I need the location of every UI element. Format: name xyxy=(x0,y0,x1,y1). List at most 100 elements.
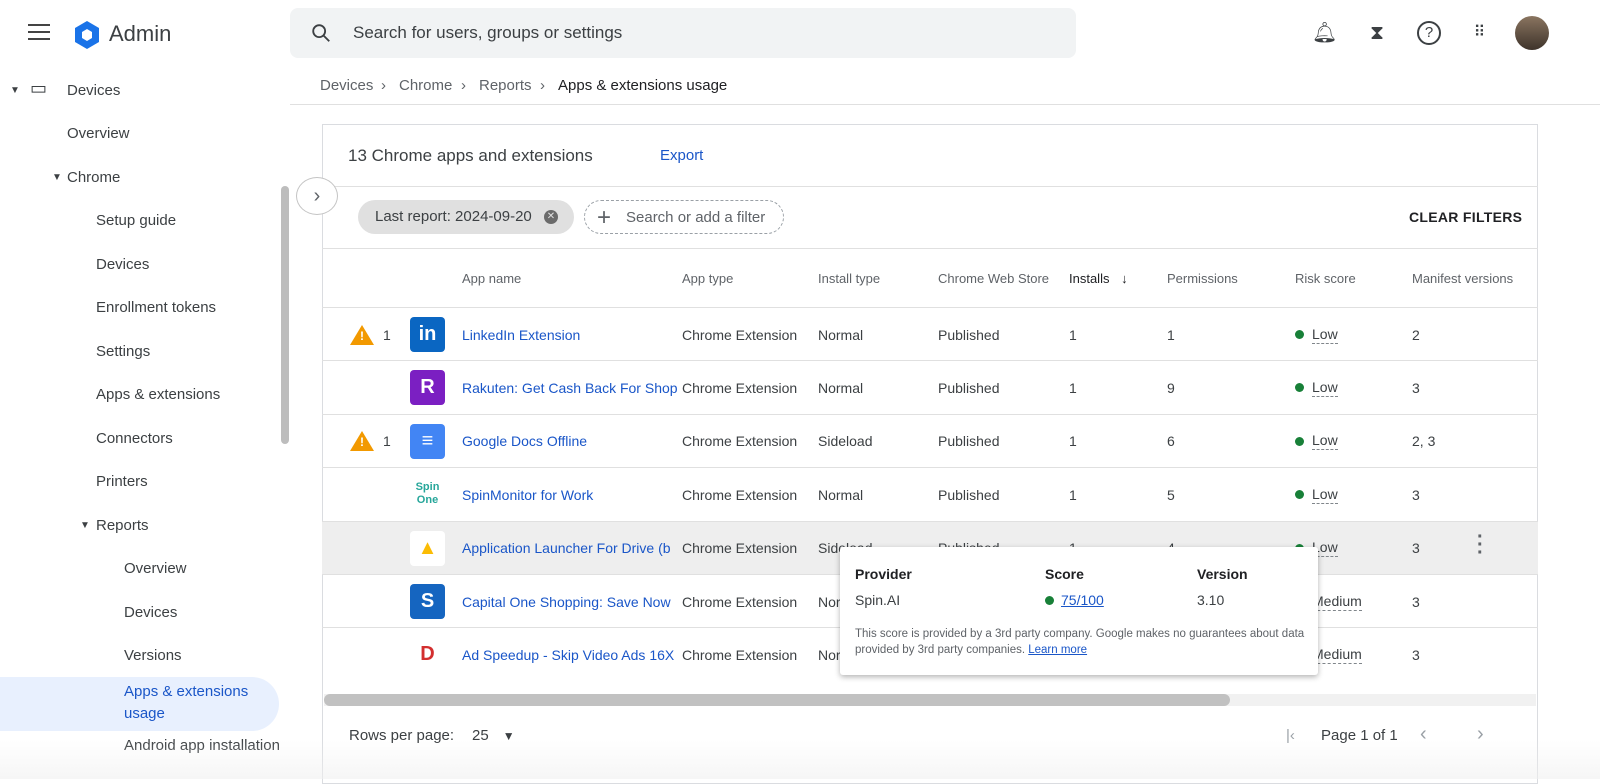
manifest-versions: 2, 3 xyxy=(1412,433,1436,450)
breadcrumb-reports[interactable]: Reports xyxy=(479,77,532,94)
more-options-icon[interactable]: · · · xyxy=(1477,527,1484,563)
column-permissions[interactable]: Permissions xyxy=(1167,271,1295,286)
first-page-icon[interactable]: |‹ xyxy=(1286,727,1295,744)
hourglass-icon[interactable]: ⧗ xyxy=(1365,21,1389,45)
tooltip-provider: Spin.AI xyxy=(855,592,901,608)
tooltip-version: 3.10 xyxy=(1197,592,1225,608)
sidebar-item-chrome[interactable]: Chrome xyxy=(67,169,120,186)
installs: 1 xyxy=(1069,433,1077,450)
horizontal-scrollbar[interactable] xyxy=(324,694,1536,706)
divider xyxy=(290,104,1600,105)
table-row[interactable]: R Rakuten: Get Cash Back For Shop Chrome E… xyxy=(322,360,1538,414)
app-type: Chrome Extension xyxy=(682,486,798,503)
column-manifest-versions[interactable]: Manifest versions xyxy=(1412,271,1538,286)
sidebar-item-reports-overview[interactable]: Overview xyxy=(124,560,187,577)
column-install-type[interactable]: Install type xyxy=(818,271,938,286)
risk-score[interactable]: Low xyxy=(1312,486,1338,504)
sidebar-item-reports[interactable]: Reports xyxy=(96,517,149,534)
sidebar-item-apps-extensions[interactable]: Apps & extensions xyxy=(96,386,220,403)
breadcrumb-separator-icon: › xyxy=(381,77,386,94)
previous-page-icon[interactable]: ‹ xyxy=(1420,723,1427,746)
risk-score[interactable]: Medium xyxy=(1312,593,1362,611)
score-dot-icon xyxy=(1045,595,1054,605)
sidebar-item-connectors[interactable]: Connectors xyxy=(96,430,173,447)
tooltip-score-link[interactable]: 75/100 xyxy=(1061,592,1104,608)
app-name-link[interactable]: Application Launcher For Drive (b xyxy=(462,540,682,556)
column-app-name[interactable]: App name xyxy=(462,271,682,286)
risk-score[interactable]: Low xyxy=(1312,379,1338,397)
brand-name: Admin xyxy=(109,21,172,46)
warning-icon[interactable] xyxy=(350,431,374,452)
sidebar-item-devices[interactable]: Devices xyxy=(67,82,120,99)
sidebar-item-android-app-installation[interactable]: Android app installation xyxy=(124,737,280,754)
export-button[interactable]: Export xyxy=(660,147,703,164)
scrollbar-thumb[interactable] xyxy=(324,694,1230,706)
sidebar-scrollbar[interactable] xyxy=(281,186,289,444)
sidebar-item-setup-guide[interactable]: Setup guide xyxy=(96,212,176,229)
app-name-link[interactable]: SpinMonitor for Work xyxy=(462,487,682,503)
install-type: Sideload xyxy=(818,433,873,450)
page-indicator: Page 1 of 1 xyxy=(1321,727,1398,744)
risk-score[interactable]: Low xyxy=(1312,432,1338,451)
app-name-link[interactable]: Rakuten: Get Cash Back For Shop xyxy=(462,380,682,396)
expand-sidebar-button[interactable]: › xyxy=(296,177,338,215)
app-icon: in xyxy=(410,317,445,352)
app-name-link[interactable]: Google Docs Offline xyxy=(462,433,682,449)
manifest-versions: 3 xyxy=(1412,646,1420,663)
sidebar-item-enrollment-tokens[interactable]: Enrollment tokens xyxy=(96,299,216,316)
manifest-versions: 3 xyxy=(1412,486,1420,503)
sidebar-item-printers[interactable]: Printers xyxy=(96,473,148,490)
breadcrumb-current: Apps & extensions usage xyxy=(558,77,728,94)
next-page-icon[interactable]: › xyxy=(1477,723,1484,746)
caret-down-icon[interactable]: ▼ xyxy=(10,85,20,96)
sidebar-item-overview[interactable]: Overview xyxy=(67,125,130,142)
column-risk-score[interactable]: Risk score xyxy=(1295,271,1412,286)
app-name-link[interactable]: LinkedIn Extension xyxy=(462,327,682,343)
app-type: Chrome Extension xyxy=(682,379,798,396)
sidebar-item-apps-extensions-usage[interactable]: Apps & extensions usage xyxy=(0,677,279,731)
sidebar-item-devices[interactable]: Devices xyxy=(96,256,149,273)
apps-grid-icon[interactable]: ⠿ xyxy=(1467,21,1491,45)
column-app-type[interactable]: App type xyxy=(682,271,818,286)
caret-down-icon[interactable]: ▼ xyxy=(52,172,62,183)
rows-per-page-select[interactable]: 25 ▼ xyxy=(472,727,515,744)
help-icon[interactable]: ? xyxy=(1417,21,1441,45)
warning-count: 1 xyxy=(383,326,391,343)
menu-icon[interactable] xyxy=(28,24,50,45)
risk-dot-icon xyxy=(1295,490,1304,500)
sidebar-item-settings[interactable]: Settings xyxy=(96,343,150,360)
warning-cell: 1 xyxy=(322,431,410,452)
breadcrumb-separator-icon: › xyxy=(461,77,466,94)
notifications-icon[interactable]: 🔔︎ xyxy=(1312,21,1337,45)
app-name-link[interactable]: Ad Speedup - Skip Video Ads 16X xyxy=(462,647,682,663)
table-row[interactable]: 1 ≡ Google Docs OfflineChrome Extension Sid… xyxy=(322,413,1538,468)
clear-filters-button[interactable]: CLEAR FILTERS xyxy=(1409,209,1522,225)
breadcrumb-chrome[interactable]: Chrome xyxy=(399,77,452,94)
warning-cell: 1 xyxy=(322,324,410,345)
caret-down-icon[interactable]: ▼ xyxy=(80,520,90,531)
app-name-link[interactable]: Capital One Shopping: Save Now xyxy=(462,594,682,610)
column-installs[interactable]: Installs ↓ xyxy=(1069,271,1167,286)
installs: 1 xyxy=(1069,326,1077,343)
tooltip-version-label: Version xyxy=(1197,566,1248,582)
remove-filter-icon[interactable]: ✕ xyxy=(544,210,558,224)
add-filter-input[interactable]: + Search or add a filter xyxy=(584,200,784,234)
warning-icon[interactable] xyxy=(350,324,374,345)
install-type: Normal xyxy=(818,379,864,396)
filter-chip-last-report[interactable]: Last report: 2024-09-20 ✕ xyxy=(358,200,574,234)
avatar[interactable] xyxy=(1515,16,1549,50)
breadcrumb-devices[interactable]: Devices xyxy=(320,77,373,94)
learn-more-link[interactable]: Learn more xyxy=(1028,644,1087,656)
table-row[interactable]: 1 in LinkedIn ExtensionChrome Extension Nor… xyxy=(322,307,1538,361)
column-chrome-web-store[interactable]: Chrome Web Store xyxy=(938,271,1069,286)
risk-score[interactable]: Low xyxy=(1312,326,1338,344)
sidebar-item-versions[interactable]: Versions xyxy=(124,647,182,664)
sidebar-item-reports-devices[interactable]: Devices xyxy=(124,604,177,621)
risk-dot-icon xyxy=(1295,383,1304,393)
risk-score[interactable]: Medium xyxy=(1312,646,1362,664)
devices-icon: ▭ xyxy=(30,78,48,98)
table-row[interactable]: Spin One SpinMonitor for Work Chrome Exten… xyxy=(322,467,1538,521)
search-input[interactable]: Search for users, groups or settings xyxy=(290,8,1076,58)
app-type: Chrome Extension xyxy=(682,646,798,663)
app-icon: D xyxy=(410,637,445,673)
